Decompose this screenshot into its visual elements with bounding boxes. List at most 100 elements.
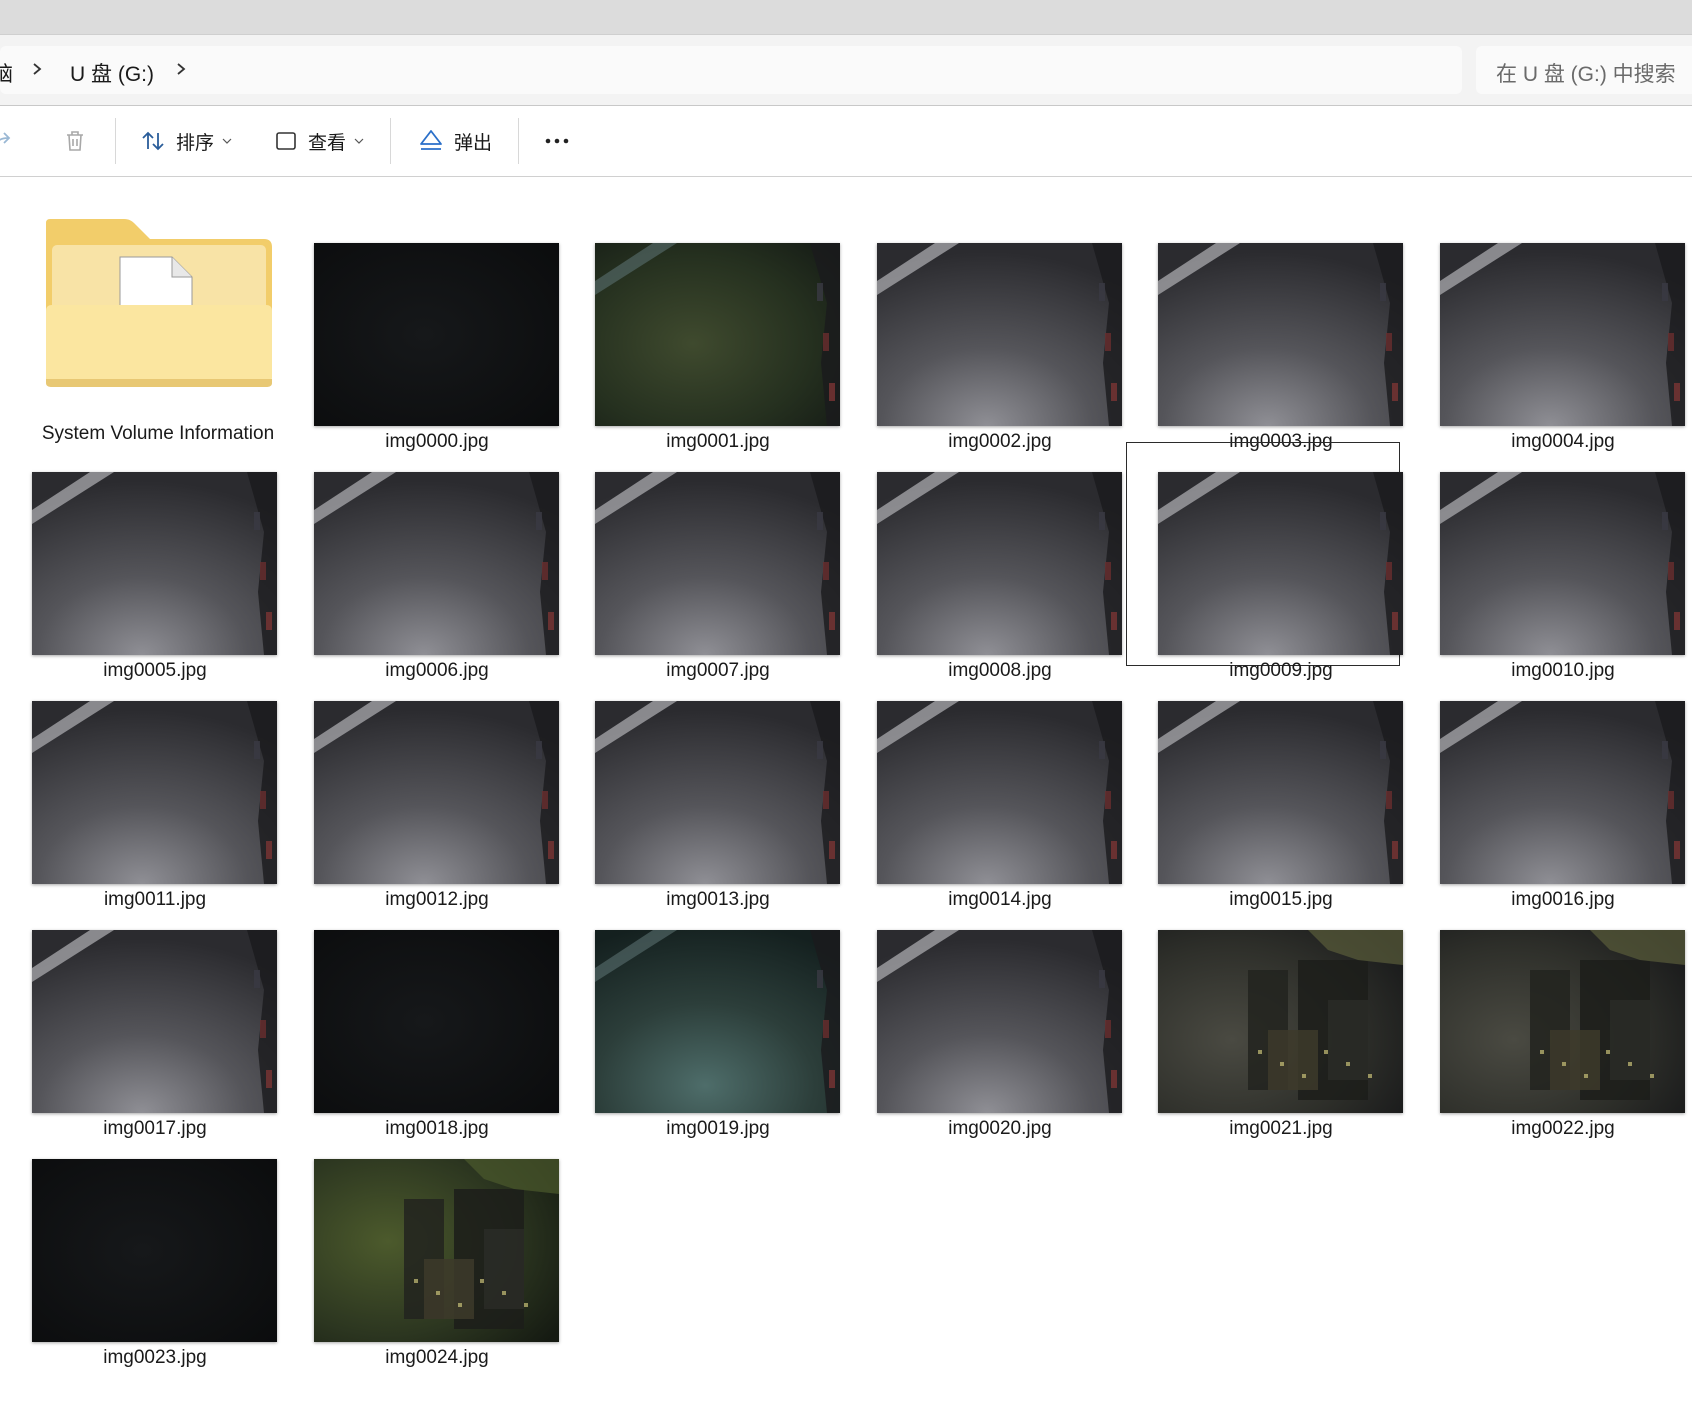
- thumbnail-image: [877, 701, 1122, 884]
- thumbnail-image: [314, 1159, 559, 1342]
- share-icon: [0, 132, 11, 144]
- file-item[interactable]: img0014.jpg: [845, 671, 1122, 910]
- file-item[interactable]: img0001.jpg: [563, 213, 840, 452]
- thumbnail-image: [595, 472, 840, 655]
- file-item[interactable]: img0009.jpg: [1126, 442, 1403, 681]
- file-thumbnail: [32, 930, 277, 1113]
- file-name: img0023.jpg: [103, 1347, 207, 1368]
- file-thumbnail: [1158, 930, 1403, 1113]
- thumbnail-image: [595, 243, 840, 426]
- file-item[interactable]: img0012.jpg: [282, 671, 559, 910]
- thumbnail-image: [877, 243, 1122, 426]
- file-item[interactable]: img0010.jpg: [1408, 442, 1685, 681]
- file-thumbnail: [1158, 243, 1403, 426]
- file-item[interactable]: img0000.jpg: [282, 213, 559, 452]
- thumbnail-image: [1158, 243, 1403, 426]
- thumbnail-image: [1158, 701, 1403, 884]
- window-title-bar: [0, 0, 1692, 35]
- file-name: img0022.jpg: [1511, 1118, 1615, 1139]
- file-item[interactable]: img0013.jpg: [563, 671, 840, 910]
- file-item[interactable]: img0019.jpg: [563, 900, 840, 1139]
- file-thumbnail: [314, 472, 559, 655]
- sort-icon: [142, 131, 164, 151]
- file-grid: System Volume Information img0000.jpg img…: [0, 177, 1692, 1428]
- file-thumbnail: [314, 243, 559, 426]
- chevron-down-icon: [222, 138, 232, 144]
- file-item[interactable]: img0015.jpg: [1126, 671, 1403, 910]
- sort-label: 排序: [176, 132, 215, 154]
- thumbnail-image: [1158, 472, 1403, 655]
- share-button[interactable]: [0, 120, 16, 162]
- chevron-right-icon[interactable]: [172, 59, 190, 79]
- address-bar[interactable]: 脑 U 盘 (G:): [0, 46, 1462, 94]
- file-name: img0019.jpg: [666, 1118, 770, 1139]
- file-item[interactable]: img0002.jpg: [845, 213, 1122, 452]
- file-thumbnail: [595, 701, 840, 884]
- file-thumbnail: [32, 701, 277, 884]
- thumbnail-image: [595, 701, 840, 884]
- view-label: 查看: [308, 132, 347, 154]
- file-thumbnail: [595, 472, 840, 655]
- view-button[interactable]: 查看: [274, 120, 364, 162]
- file-thumbnail: [877, 472, 1122, 655]
- thumbnail-image: [32, 930, 277, 1113]
- file-item[interactable]: img0023.jpg: [0, 1129, 277, 1368]
- toolbar-divider: [518, 118, 519, 164]
- file-item[interactable]: img0003.jpg: [1126, 213, 1403, 452]
- toolbar-divider: [115, 118, 116, 164]
- file-item[interactable]: img0008.jpg: [845, 442, 1122, 681]
- file-name: img0020.jpg: [948, 1118, 1052, 1139]
- thumbnail-image: [1440, 243, 1685, 426]
- more-options-button[interactable]: [542, 120, 572, 162]
- thumbnail-image: [314, 701, 559, 884]
- file-name: img0021.jpg: [1229, 1118, 1333, 1139]
- thumbnail-image: [595, 930, 840, 1113]
- thumbnail-image: [1158, 930, 1403, 1113]
- file-thumbnail: [595, 243, 840, 426]
- chevron-right-icon[interactable]: [28, 59, 46, 79]
- chevron-down-icon: [354, 138, 364, 144]
- file-thumbnail: [877, 243, 1122, 426]
- thumbnail-image: [1440, 930, 1685, 1113]
- file-thumbnail: [32, 472, 277, 655]
- file-item[interactable]: img0005.jpg: [0, 442, 277, 681]
- file-item[interactable]: img0021.jpg: [1126, 900, 1403, 1139]
- thumbnail-image: [32, 1159, 277, 1342]
- eject-label: 弹出: [454, 132, 493, 154]
- file-thumbnail: [595, 930, 840, 1113]
- file-thumbnail: [314, 701, 559, 884]
- thumbnail-image: [877, 930, 1122, 1113]
- file-item[interactable]: img0016.jpg: [1408, 671, 1685, 910]
- eject-icon: [420, 130, 442, 150]
- file-item[interactable]: img0018.jpg: [282, 900, 559, 1139]
- file-thumbnail: [314, 1159, 559, 1342]
- file-item[interactable]: img0022.jpg: [1408, 900, 1685, 1139]
- thumbnail-image: [32, 472, 277, 655]
- folder-item[interactable]: System Volume Information: [0, 213, 274, 444]
- breadcrumb-drive[interactable]: U 盘 (G:): [70, 58, 154, 88]
- file-item[interactable]: img0011.jpg: [0, 671, 277, 910]
- thumbnail-image: [1440, 701, 1685, 884]
- file-thumbnail: [32, 1159, 277, 1342]
- file-item[interactable]: img0024.jpg: [282, 1129, 559, 1368]
- delete-button[interactable]: [62, 120, 88, 162]
- file-thumbnail: [1440, 701, 1685, 884]
- address-area: 脑 U 盘 (G:) 在 U 盘 (G:) 中搜索: [0, 35, 1692, 106]
- file-thumbnail: [1440, 472, 1685, 655]
- file-item[interactable]: img0004.jpg: [1408, 213, 1685, 452]
- sort-button[interactable]: 排序: [140, 120, 232, 162]
- breadcrumb-parent[interactable]: 脑: [0, 58, 13, 88]
- trash-icon: [67, 131, 83, 151]
- file-item[interactable]: img0017.jpg: [0, 900, 277, 1139]
- eject-button[interactable]: 弹出: [418, 120, 492, 162]
- file-item[interactable]: img0007.jpg: [563, 442, 840, 681]
- toolbar-divider: [390, 118, 391, 164]
- thumbnail-image: [32, 701, 277, 884]
- search-input[interactable]: 在 U 盘 (G:) 中搜索: [1476, 46, 1692, 94]
- file-thumbnail: [877, 930, 1122, 1113]
- more-icon: [545, 138, 569, 144]
- thumbnail-image: [877, 472, 1122, 655]
- file-thumbnail: [1158, 472, 1403, 655]
- file-item[interactable]: img0020.jpg: [845, 900, 1122, 1139]
- file-item[interactable]: img0006.jpg: [282, 442, 559, 681]
